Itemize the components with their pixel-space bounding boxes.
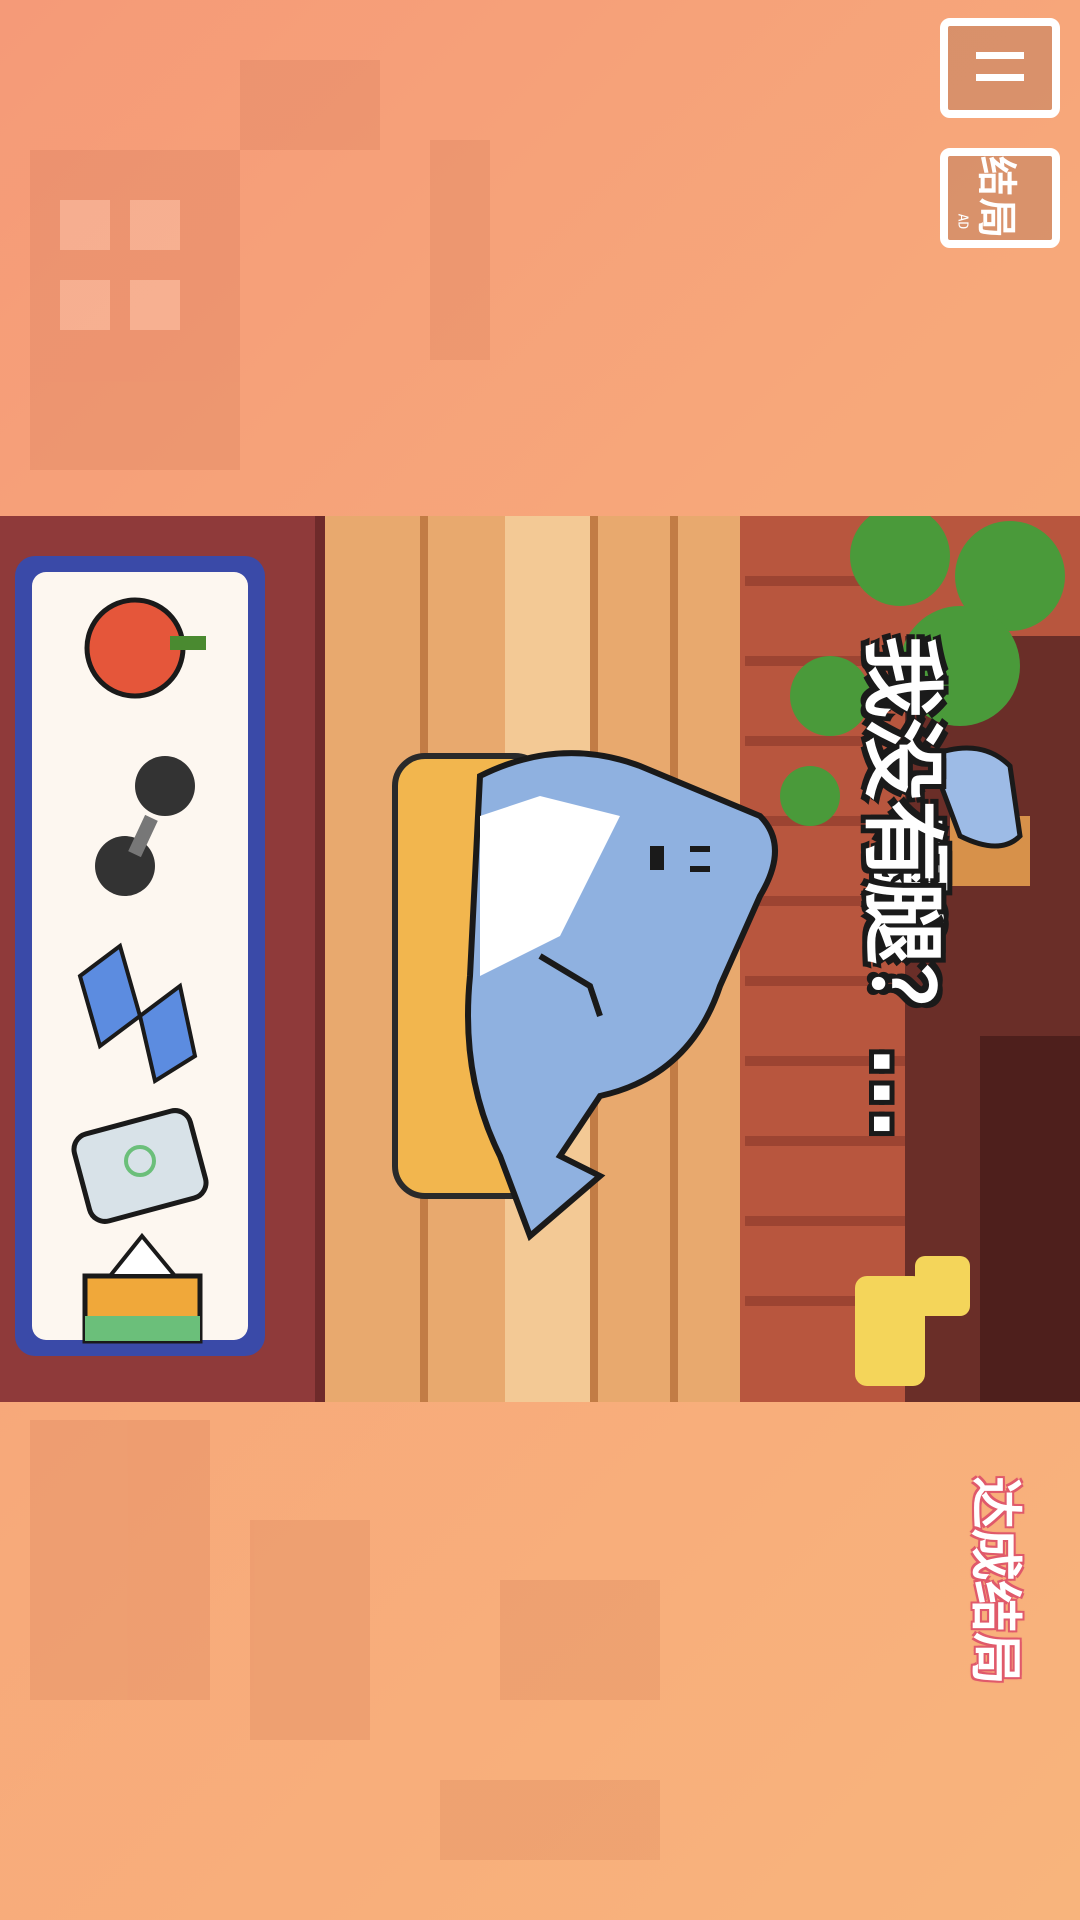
watermark-text: 达成结局 [964,1475,1025,1685]
game-scene[interactable]: 嗯？ 我没有腿？... [0,516,1080,1402]
inventory-slot-dumbbell[interactable] [45,736,235,886]
ending-ad-label: 结局 [973,156,1019,240]
ad-badge: AD [954,213,970,230]
dialog-text: 嗯？ 我没有腿？... [790,636,1070,1256]
ending-ad-button[interactable]: 结局 AD [940,148,1060,248]
inventory-slot-apple[interactable] [45,586,235,716]
menu-icon-line [976,74,1024,81]
inventory-slot-letter-box[interactable] [45,1236,235,1346]
inventory-slot-spring[interactable] [45,906,235,1056]
watermark: 达成结局 [955,1460,1045,1700]
dialog-line-2: 我没有腿？... [854,636,949,1140]
inventory-slot-soap[interactable] [45,1076,235,1226]
menu-icon [976,52,1024,59]
inventory-panel [15,556,265,1356]
menu-button[interactable] [940,18,1060,118]
